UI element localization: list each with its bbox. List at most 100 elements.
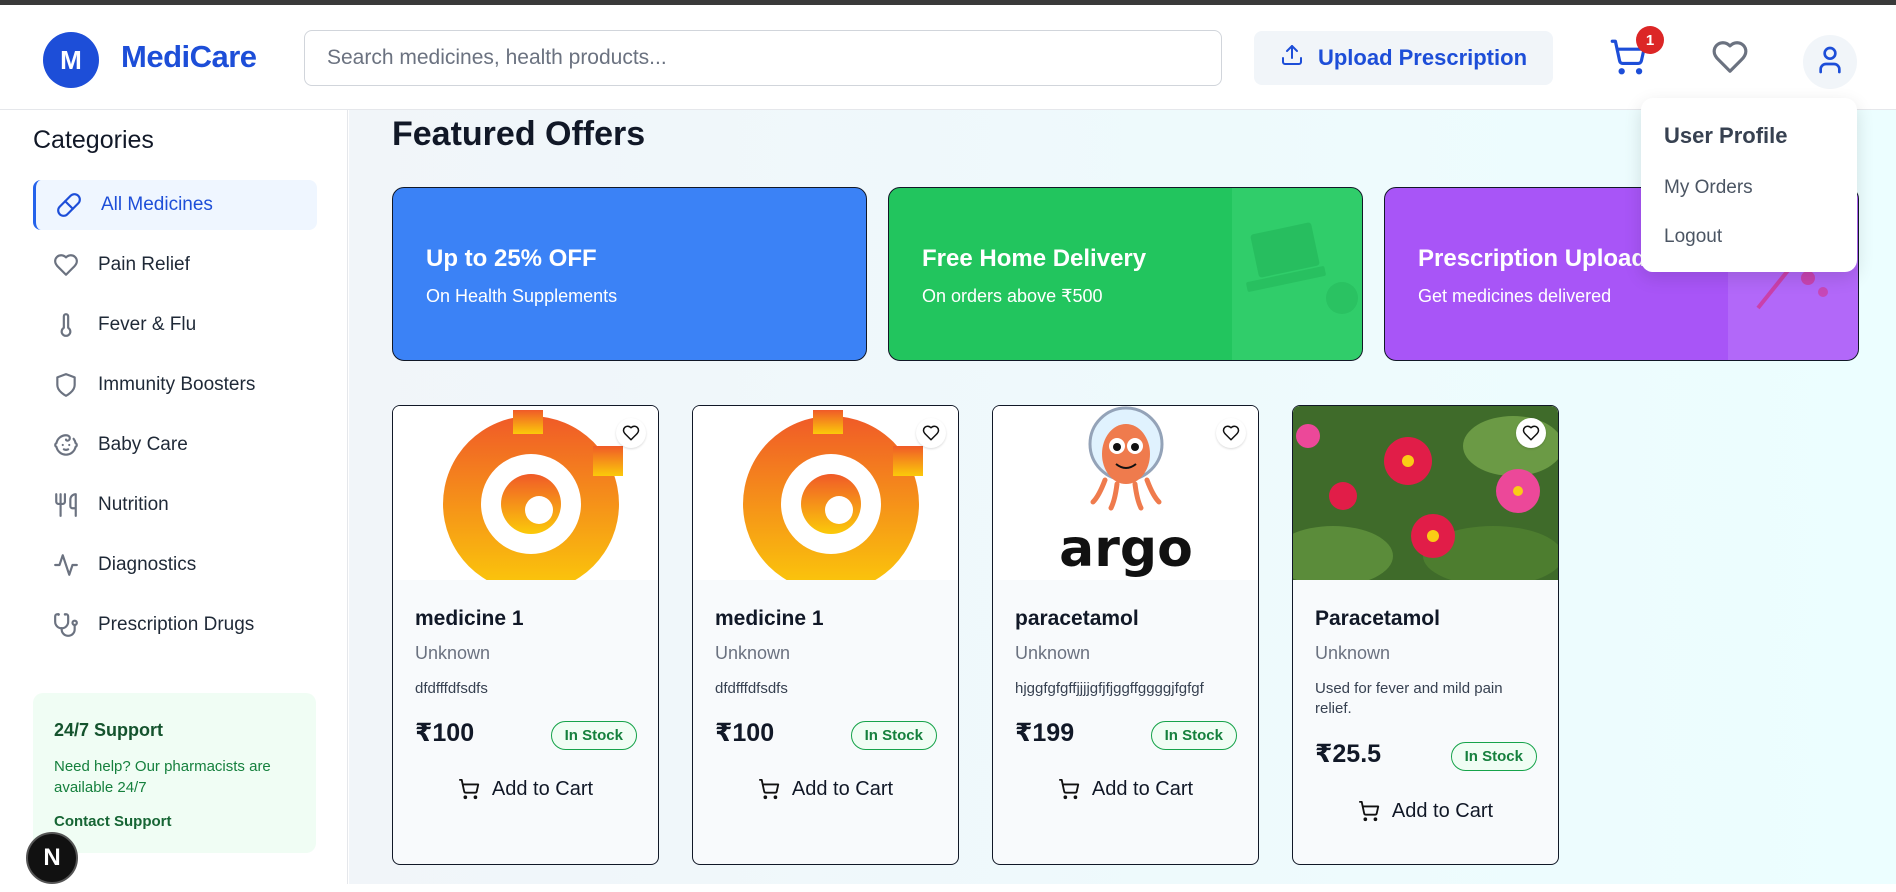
- add-to-cart-button[interactable]: Add to Cart: [993, 774, 1258, 804]
- product-brand: Unknown: [415, 643, 491, 663]
- offer-title: Prescription Upload: [1418, 245, 1647, 272]
- stock-badge: In Stock: [1150, 721, 1237, 750]
- pill-icon: [56, 192, 82, 218]
- stock-badge: In Stock: [1450, 742, 1537, 771]
- sidebar-item-prescription-drugs[interactable]: Prescription Drugs: [33, 600, 317, 650]
- product-brand: Unknown: [715, 643, 791, 663]
- contact-support-link[interactable]: Contact Support: [54, 813, 172, 830]
- product-description: dfdfffdfsdfs: [415, 680, 488, 697]
- add-to-cart-button[interactable]: Add to Cart: [393, 774, 658, 804]
- product-price: ₹25.5: [1315, 740, 1382, 768]
- user-icon: [1814, 44, 1846, 81]
- sidebar-item-label: Fever & Flu: [98, 314, 197, 335]
- argo-wordmark: argo: [1059, 519, 1193, 579]
- sidebar-item-nutrition[interactable]: Nutrition: [33, 480, 317, 530]
- heart-icon: [1222, 425, 1240, 441]
- sidebar: Categories All Medicines Pain Relief Fev…: [0, 110, 348, 884]
- sidebar-item-immunity-boosters[interactable]: Immunity Boosters: [33, 360, 317, 410]
- heart-icon: [622, 425, 640, 441]
- wishlist-button[interactable]: [1704, 33, 1756, 85]
- sidebar-item-label: Prescription Drugs: [98, 614, 255, 635]
- sidebar-item-baby-care[interactable]: Baby Care: [33, 420, 317, 470]
- add-to-wishlist-button[interactable]: [616, 418, 646, 448]
- search-input[interactable]: [304, 30, 1222, 86]
- product-card[interactable]: argo paracetamol Unknown hjggfgfgffjjjjg…: [992, 405, 1259, 865]
- sidebar-item-diagnostics[interactable]: Diagnostics: [33, 540, 317, 590]
- add-to-cart-label: Add to Cart: [791, 777, 894, 800]
- menu-item-logout[interactable]: Logout: [1664, 226, 1722, 248]
- product-price: ₹199: [1015, 719, 1075, 747]
- sidebar-item-label: Baby Care: [98, 434, 188, 455]
- heart-icon: [1522, 425, 1540, 441]
- product-brand: Unknown: [1015, 643, 1091, 663]
- product-card[interactable]: medicine 1 Unknown dfdfffdfsdfs ₹100 In …: [692, 405, 959, 865]
- header: M MediCare Upload Prescription 1: [0, 5, 1896, 110]
- categories-title: Categories: [33, 126, 154, 154]
- cart-icon: [1358, 800, 1380, 822]
- add-to-wishlist-button[interactable]: [1216, 418, 1246, 448]
- nextjs-dev-badge[interactable]: N: [26, 832, 78, 884]
- add-to-wishlist-button[interactable]: [1516, 418, 1546, 448]
- upload-prescription-label: Upload Prescription: [1317, 45, 1528, 70]
- user-profile-header[interactable]: User Profile: [1664, 123, 1788, 149]
- sidebar-item-all-medicines[interactable]: All Medicines: [33, 180, 317, 230]
- offer-title: Free Home Delivery: [922, 245, 1147, 272]
- product-description: Used for fever and mild pain relief.: [1315, 680, 1503, 717]
- product-name[interactable]: medicine 1: [715, 607, 824, 631]
- user-dropdown-menu: User Profile My Orders Logout: [1641, 98, 1857, 272]
- offer-subtitle: On orders above ₹500: [922, 286, 1103, 306]
- sidebar-item-label: All Medicines: [101, 194, 213, 215]
- heart-icon: [1711, 38, 1749, 81]
- product-name[interactable]: paracetamol: [1015, 607, 1139, 631]
- support-text: Need help? Our pharmacists are available…: [54, 758, 271, 796]
- utensils-icon: [53, 492, 79, 518]
- sidebar-item-label: Pain Relief: [98, 254, 190, 275]
- activity-icon: [53, 552, 79, 578]
- heart-icon: [922, 425, 940, 441]
- stock-badge: In Stock: [550, 721, 637, 750]
- product-description: dfdfffdfsdfs: [715, 680, 788, 697]
- user-menu-button[interactable]: [1803, 35, 1857, 89]
- offer-banner-delivery[interactable]: Free Home Delivery On orders above ₹500: [888, 187, 1363, 361]
- thermometer-icon: [53, 312, 79, 338]
- offer-subtitle: Get medicines delivered: [1418, 286, 1612, 306]
- add-to-wishlist-button[interactable]: [916, 418, 946, 448]
- cart-count-badge: 1: [1636, 26, 1664, 54]
- product-brand: Unknown: [1315, 643, 1391, 663]
- heart-icon: [53, 252, 79, 278]
- support-title: 24/7 Support: [54, 720, 164, 740]
- product-card[interactable]: Paracetamol Unknown Used for fever and m…: [1292, 405, 1559, 865]
- support-card: 24/7 Support Need help? Our pharmacists …: [33, 693, 316, 853]
- sidebar-item-label: Nutrition: [98, 494, 169, 515]
- page-title: Featured Offers: [392, 115, 646, 153]
- product-name[interactable]: Paracetamol: [1315, 607, 1440, 631]
- cart-icon: [1058, 778, 1080, 800]
- sidebar-item-pain-relief[interactable]: Pain Relief: [33, 240, 317, 290]
- sidebar-item-label: Immunity Boosters: [98, 374, 256, 395]
- shield-icon: [53, 372, 79, 398]
- offer-title: Up to 25% OFF: [426, 245, 597, 272]
- app-name[interactable]: MediCare: [121, 39, 257, 75]
- laptop-image: [1232, 188, 1362, 360]
- add-to-cart-button[interactable]: Add to Cart: [693, 774, 958, 804]
- product-name[interactable]: medicine 1: [415, 607, 524, 631]
- sidebar-item-label: Diagnostics: [98, 554, 197, 575]
- cart-icon: [458, 778, 480, 800]
- upload-prescription-button[interactable]: Upload Prescription: [1254, 31, 1553, 85]
- menu-item-my-orders[interactable]: My Orders: [1664, 177, 1753, 199]
- product-price: ₹100: [715, 719, 775, 747]
- add-to-cart-button[interactable]: Add to Cart: [1293, 796, 1558, 826]
- product-price: ₹100: [415, 719, 475, 747]
- product-description: hjggfgfgffjjjjgfjfjggffggggjfgfgf: [1015, 680, 1204, 697]
- logo-badge[interactable]: M: [43, 32, 99, 88]
- cart-icon: [758, 778, 780, 800]
- product-card[interactable]: medicine 1 Unknown dfdfffdfsdfs ₹100 In …: [392, 405, 659, 865]
- add-to-cart-label: Add to Cart: [491, 777, 594, 800]
- offer-banner-discount[interactable]: Up to 25% OFF On Health Supplements: [392, 187, 867, 361]
- upload-icon: [1280, 43, 1304, 73]
- stethoscope-icon: [53, 612, 79, 638]
- add-to-cart-label: Add to Cart: [1391, 799, 1494, 822]
- stock-badge: In Stock: [850, 721, 937, 750]
- sidebar-item-fever-flu[interactable]: Fever & Flu: [33, 300, 317, 350]
- offer-subtitle: On Health Supplements: [426, 286, 618, 306]
